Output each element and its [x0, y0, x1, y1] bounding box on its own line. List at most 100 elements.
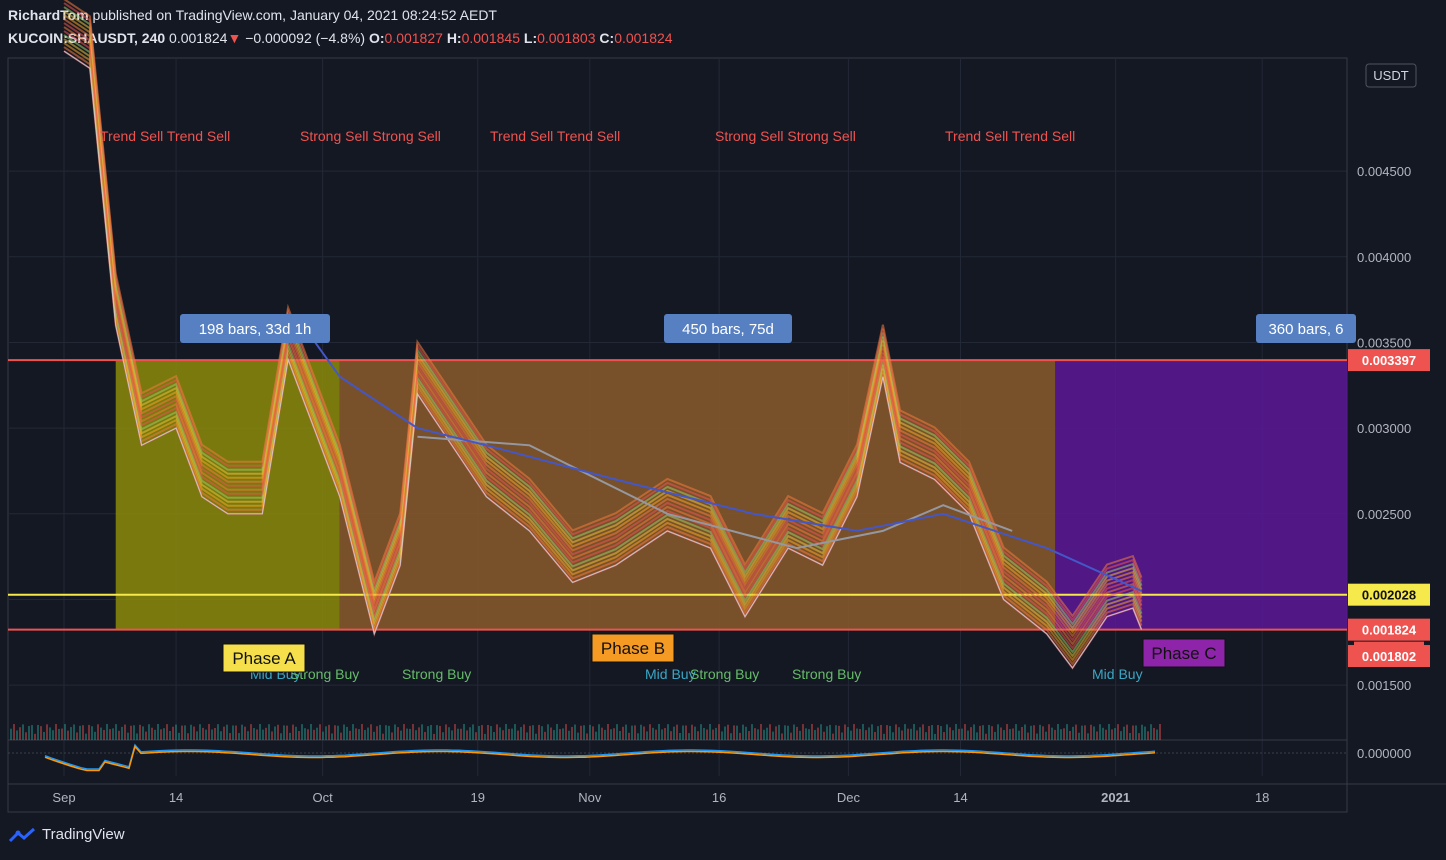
y-tick-label: 0.004000 — [1357, 250, 1411, 265]
volume-bar — [709, 724, 711, 740]
x-tick-label: Oct — [312, 790, 333, 805]
volume-bar — [1075, 724, 1077, 740]
volume-bar — [550, 727, 552, 740]
volume-bar — [547, 724, 549, 740]
volume-bar — [595, 731, 597, 740]
volume-bar — [490, 726, 492, 740]
volume-bar — [319, 724, 321, 740]
volume-bar — [298, 731, 300, 740]
volume-bar — [877, 726, 879, 740]
x-tick-label: 19 — [471, 790, 485, 805]
volume-bar — [367, 727, 369, 740]
volume-bar — [181, 725, 183, 740]
volume-bar — [169, 731, 171, 740]
volume-bar — [694, 726, 696, 740]
volume-bar — [697, 731, 699, 740]
volume-bar — [91, 726, 93, 740]
volume-bar — [565, 724, 567, 740]
volume-bar — [55, 724, 57, 740]
volume-bar — [988, 724, 990, 740]
volume-bar — [109, 729, 111, 740]
volume-bar — [259, 724, 261, 740]
volume-bar — [637, 733, 639, 740]
volume-bar — [67, 730, 69, 740]
volume-bar — [1060, 729, 1062, 740]
volume-bar — [613, 728, 615, 740]
volume-bar — [88, 724, 90, 740]
volume-bar — [481, 725, 483, 740]
volume-bar — [337, 725, 339, 740]
tradingview-logo[interactable]: TradingView — [8, 826, 125, 843]
volume-bar — [133, 725, 135, 740]
volume-bar — [859, 728, 861, 740]
volume-bar — [211, 729, 213, 740]
volume-bar — [421, 724, 423, 740]
volume-bar — [1021, 726, 1023, 740]
volume-bar — [922, 724, 924, 740]
volume-bar — [559, 729, 561, 740]
volume-bar — [541, 726, 543, 740]
volume-bar — [49, 727, 51, 740]
volume-bar — [154, 729, 156, 740]
volume-bar — [274, 726, 276, 740]
volume-bar — [79, 725, 81, 740]
volume-bar — [868, 727, 870, 740]
last-price-tag: 0.001824 — [1362, 623, 1417, 638]
volume-bar — [556, 724, 558, 740]
volume-bar — [853, 724, 855, 740]
volume-bar — [718, 724, 720, 740]
volume-bar — [973, 724, 975, 740]
volume-bar — [94, 731, 96, 740]
volume-bar — [688, 733, 690, 740]
volume-bar — [1057, 724, 1059, 740]
volume-bar — [898, 727, 900, 740]
volume-bar — [1063, 728, 1065, 740]
volume-bar — [1018, 730, 1020, 740]
volume-bar — [571, 726, 573, 740]
volume-bar — [907, 728, 909, 740]
volume-bar — [673, 726, 675, 740]
volume-bar — [472, 724, 474, 740]
volume-bar — [919, 727, 921, 740]
volume-bar — [619, 730, 621, 740]
volume-bar — [994, 731, 996, 740]
volume-bar — [202, 727, 204, 740]
phase-tag-label: Phase B — [601, 639, 665, 658]
volume-bar — [310, 724, 312, 740]
volume-bar — [616, 724, 618, 740]
x-tick-label: 14 — [953, 790, 967, 805]
volume-bar — [142, 726, 144, 740]
volume-bar — [1081, 725, 1083, 740]
volume-bar — [220, 731, 222, 740]
volume-bar — [229, 733, 231, 740]
volume-bar — [1003, 730, 1005, 740]
volume-bar — [241, 724, 243, 740]
volume-bar — [628, 732, 630, 740]
volume-bar — [388, 725, 390, 740]
volume-bar — [262, 729, 264, 740]
volume-bar — [904, 724, 906, 740]
volume-bar — [355, 728, 357, 740]
volume-bar — [742, 724, 744, 740]
range-label: 360 bars, 6 — [1268, 321, 1343, 338]
buy-signal-label: Mid Buy — [1092, 666, 1143, 682]
volume-bar — [733, 725, 735, 740]
volume-bar — [265, 727, 267, 740]
volume-bar — [100, 727, 102, 740]
volume-bar — [1024, 724, 1026, 740]
volume-bar — [232, 725, 234, 740]
price-chart[interactable]: 0.004500 0.004000 0.003500 0.003000 0.002500… — [0, 0, 1446, 860]
y-tick-label: 0.004500 — [1357, 164, 1411, 179]
volume-bar — [1111, 729, 1113, 740]
volume-bar — [256, 729, 258, 740]
level-price-tag: 0.003397 — [1362, 353, 1416, 368]
volume-bar — [889, 725, 891, 740]
level-price-tag: 0.002028 — [1362, 588, 1416, 603]
volume-bar — [325, 726, 327, 740]
volume-bar — [496, 724, 498, 740]
volume-bar — [373, 731, 375, 740]
volume-bar — [445, 724, 447, 740]
volume-bar — [676, 724, 678, 740]
volume-bar — [685, 725, 687, 740]
volume-bar — [505, 724, 507, 740]
